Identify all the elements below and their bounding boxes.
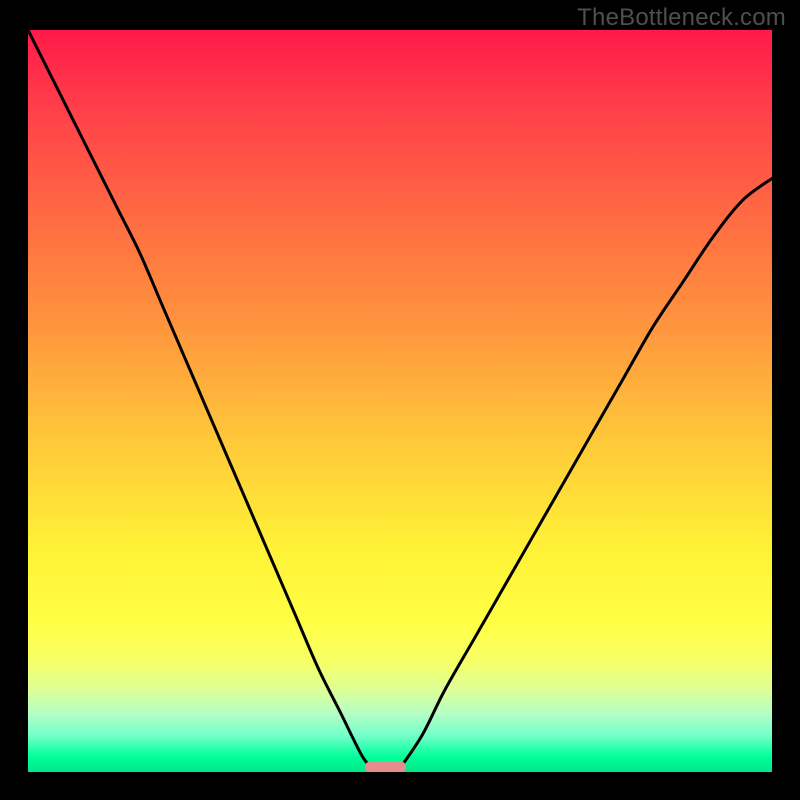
chart-container: TheBottleneck.com bbox=[0, 0, 800, 800]
watermark-text: TheBottleneck.com bbox=[577, 4, 786, 32]
curve-right-branch bbox=[400, 178, 772, 768]
plot-area bbox=[28, 30, 772, 772]
bottleneck-curve bbox=[28, 30, 772, 772]
optimal-marker bbox=[365, 761, 406, 772]
curve-left-branch bbox=[28, 30, 374, 768]
